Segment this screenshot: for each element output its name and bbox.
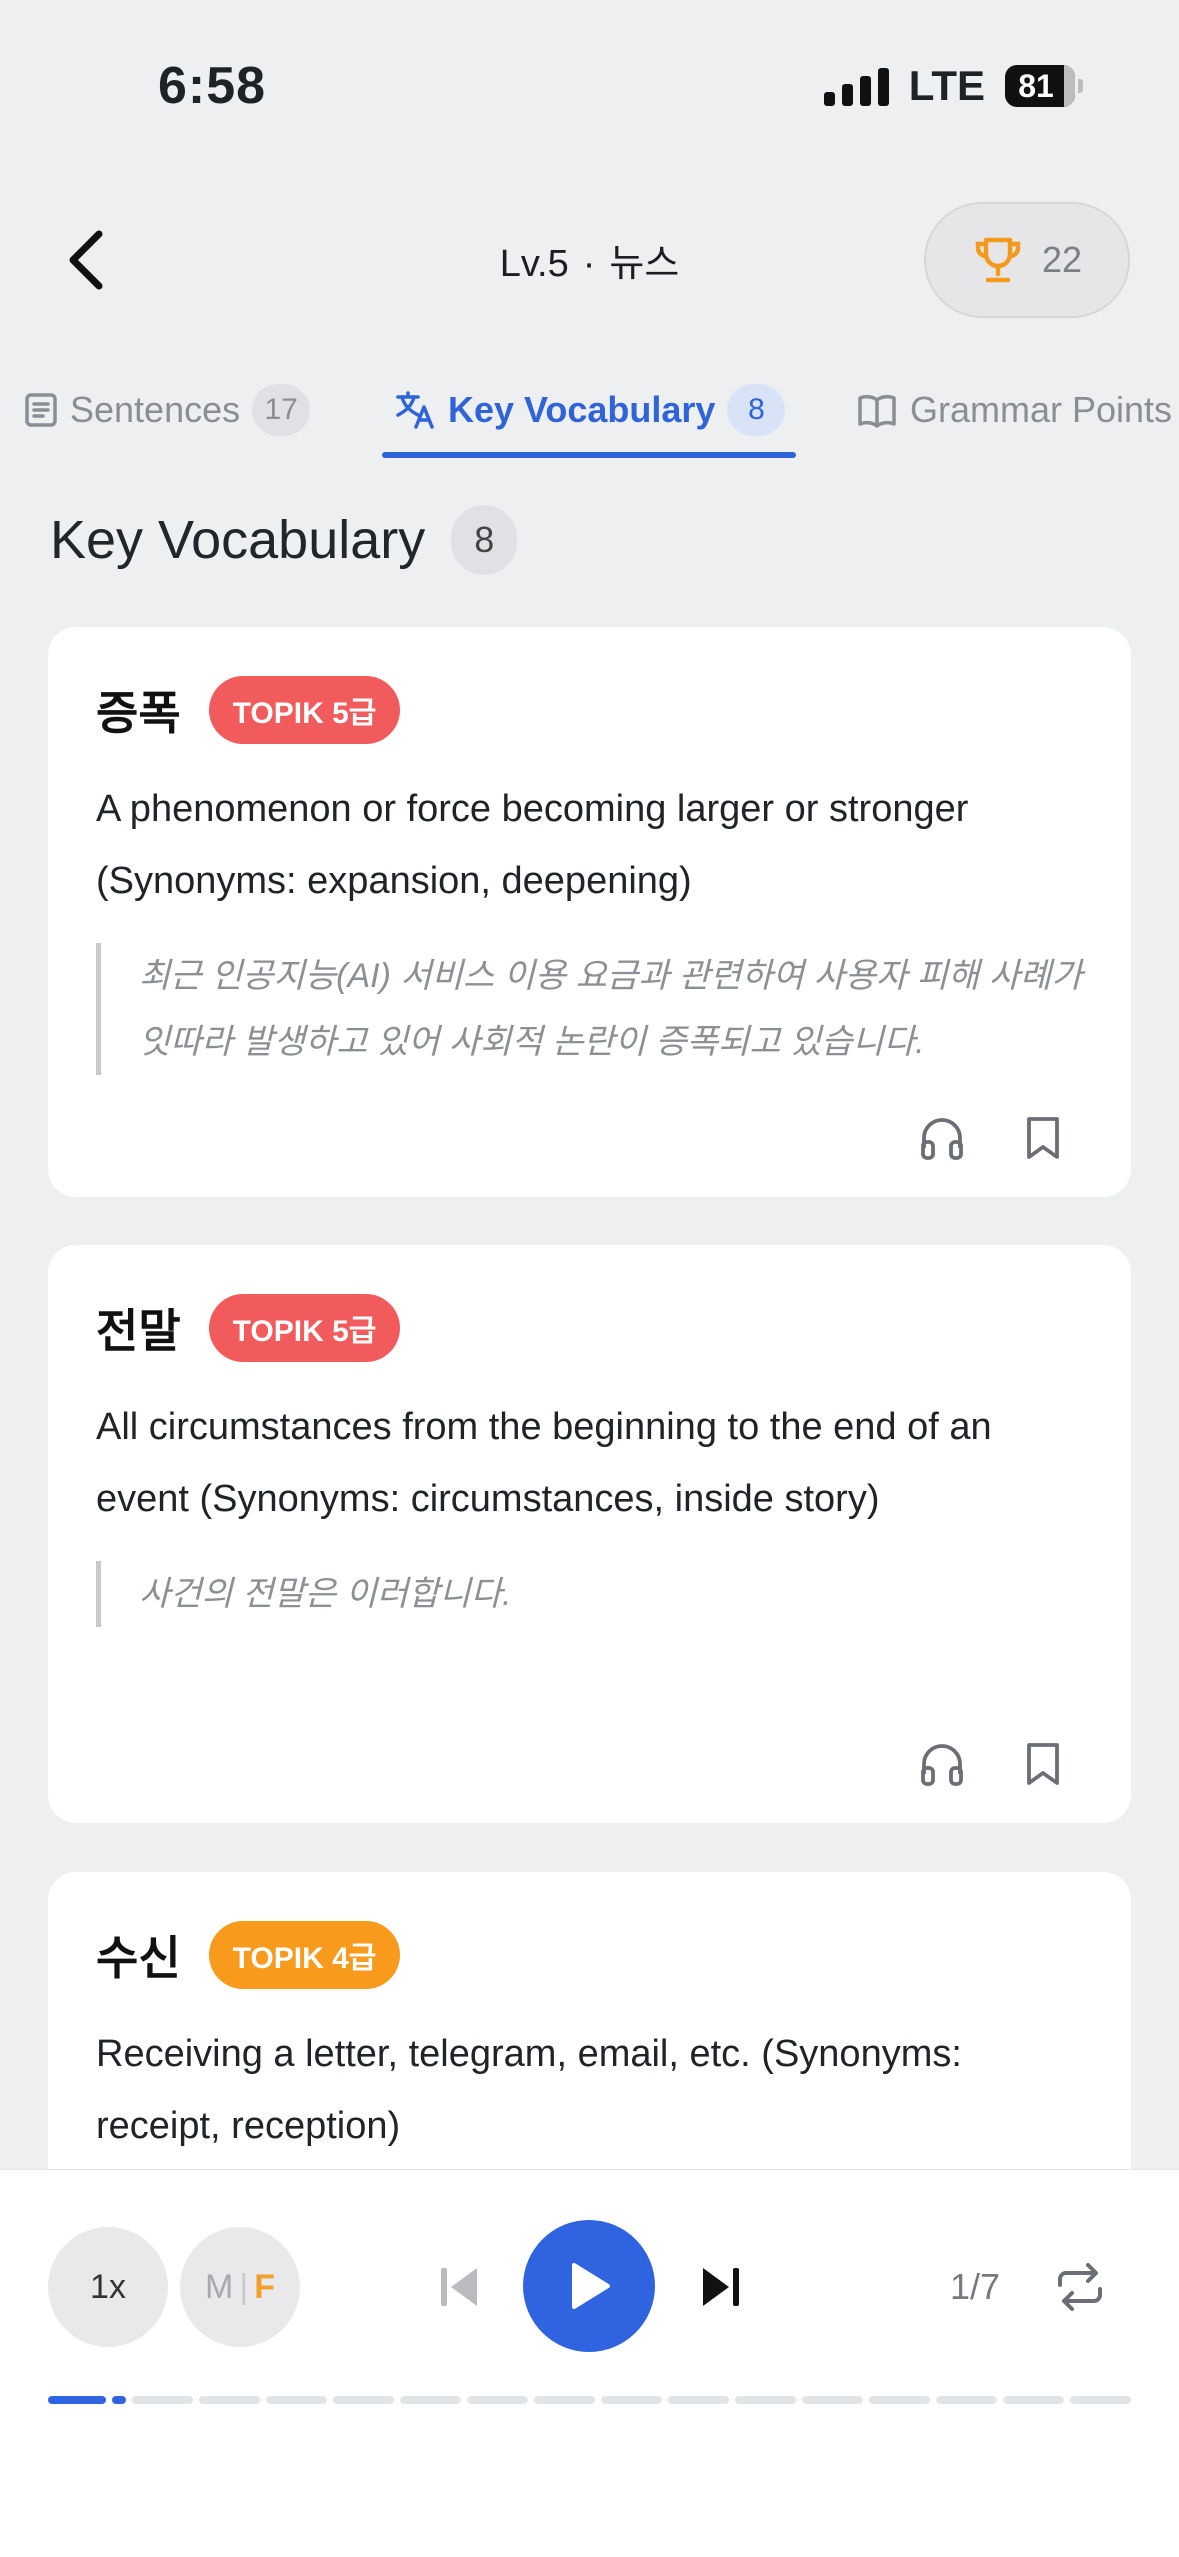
bookmark-icon xyxy=(1027,1743,1059,1785)
bookmark-icon xyxy=(1027,1117,1059,1159)
progress-segment xyxy=(400,2396,461,2404)
translate-icon xyxy=(396,391,434,429)
repeat-icon xyxy=(1058,2263,1102,2311)
vocab-definition: Receiving a letter, telegram, email, etc… xyxy=(96,2033,962,2147)
topik-level-badge: TOPIK 4급 xyxy=(208,1921,401,1989)
vocab-word: 전말 xyxy=(96,1305,181,1357)
tab-count-badge: 8 xyxy=(727,384,786,436)
headphones-icon xyxy=(921,1118,963,1160)
progress-segment xyxy=(869,2396,930,2404)
playback-progress xyxy=(48,2396,1131,2404)
section-count-badge: 8 xyxy=(451,505,518,575)
vocab-definition: A phenomenon or force becoming larger or… xyxy=(96,788,969,902)
previous-button[interactable] xyxy=(420,2247,500,2327)
tab-label: Sentences xyxy=(70,389,241,430)
progress-segment xyxy=(1070,2396,1131,2404)
tab-grammar-points[interactable]: Grammar Points xyxy=(856,370,1172,450)
active-tab-indicator xyxy=(382,452,796,458)
skip-back-icon xyxy=(441,2268,477,2306)
battery-icon: 81 xyxy=(1005,65,1083,107)
progress-segment xyxy=(735,2396,796,2404)
vocab-word: 증폭 xyxy=(96,687,181,739)
listen-button[interactable] xyxy=(919,1742,965,1786)
skip-forward-icon xyxy=(703,2268,739,2306)
level-label: Lv.5 xyxy=(499,243,569,285)
voice-female-label: F xyxy=(254,2267,275,2306)
progress-segment xyxy=(48,2396,106,2404)
tab-label: Key Vocabulary xyxy=(448,389,716,430)
headphones-icon xyxy=(921,1744,963,1786)
tab-key-vocabulary[interactable]: Key Vocabulary 8 xyxy=(394,370,786,450)
tab-count-badge: 17 xyxy=(252,384,311,436)
category-label: 뉴스 xyxy=(609,243,680,285)
status-indicators: LTE 81 xyxy=(823,62,1083,110)
voice-separator: | xyxy=(239,2267,249,2306)
progress-segment xyxy=(112,2396,126,2404)
vocab-example: 사건의 전말은 이러합니다. xyxy=(96,1561,1089,1627)
progress-segment xyxy=(668,2396,729,2404)
progress-segment xyxy=(601,2396,662,2404)
topik-level-badge: TOPIK 5급 xyxy=(208,1294,401,1362)
network-type: LTE xyxy=(908,62,985,109)
status-time: 6:58 xyxy=(158,57,267,115)
vocab-definition: All circumstances from the beginning to … xyxy=(96,1406,992,1520)
book-icon xyxy=(858,394,896,428)
section-heading: Key Vocabulary 8 xyxy=(50,505,518,575)
vocab-card: 전말 TOPIK 5급 All circumstances from the b… xyxy=(48,1245,1131,1823)
topik-level-badge: TOPIK 5급 xyxy=(208,676,401,744)
battery-level: 81 xyxy=(1018,67,1054,104)
progress-segment xyxy=(333,2396,394,2404)
vocab-word: 수신 xyxy=(96,1932,181,1984)
play-icon xyxy=(572,2263,610,2309)
audio-player: 1x M | F 1/7 xyxy=(0,2169,1179,2557)
progress-segment xyxy=(132,2396,193,2404)
progress-segment xyxy=(1003,2396,1064,2404)
progress-segment xyxy=(936,2396,997,2404)
document-icon xyxy=(25,393,57,427)
play-button[interactable] xyxy=(523,2220,655,2352)
trophy-count: 22 xyxy=(1041,239,1083,280)
bookmark-button[interactable] xyxy=(1025,1115,1061,1161)
progress-segment xyxy=(266,2396,327,2404)
trophy-button[interactable]: 22 xyxy=(924,202,1130,318)
title-separator: · xyxy=(582,243,596,285)
vocab-example: 최근 인공지능(AI) 서비스 이용 요금과 관련하여 사용자 피해 사례가 잇… xyxy=(96,943,1089,1075)
progress-segment xyxy=(534,2396,595,2404)
next-button[interactable] xyxy=(680,2247,760,2327)
listen-button[interactable] xyxy=(919,1116,965,1160)
repeat-button[interactable] xyxy=(1040,2247,1120,2327)
voice-male-label: M xyxy=(205,2267,234,2306)
vocab-card: 증폭 TOPIK 5급 A phenomenon or force becomi… xyxy=(48,627,1131,1197)
progress-segment xyxy=(802,2396,863,2404)
progress-segment xyxy=(199,2396,260,2404)
tab-label: Grammar Points xyxy=(910,389,1173,430)
bookmark-button[interactable] xyxy=(1025,1741,1061,1787)
speed-button[interactable]: 1x xyxy=(48,2227,168,2347)
page-indicator: 1/7 xyxy=(950,2266,1001,2307)
voice-toggle-button[interactable]: M | F xyxy=(180,2227,300,2347)
trophy-icon xyxy=(975,237,1021,283)
tab-bar: Sentences 17 Key Vocabulary 8 Grammar Po… xyxy=(0,370,1179,460)
section-title: Key Vocabulary xyxy=(50,510,426,570)
progress-segment xyxy=(467,2396,528,2404)
tab-sentences[interactable]: Sentences 17 xyxy=(24,370,311,450)
cellular-signal-icon xyxy=(823,66,889,106)
